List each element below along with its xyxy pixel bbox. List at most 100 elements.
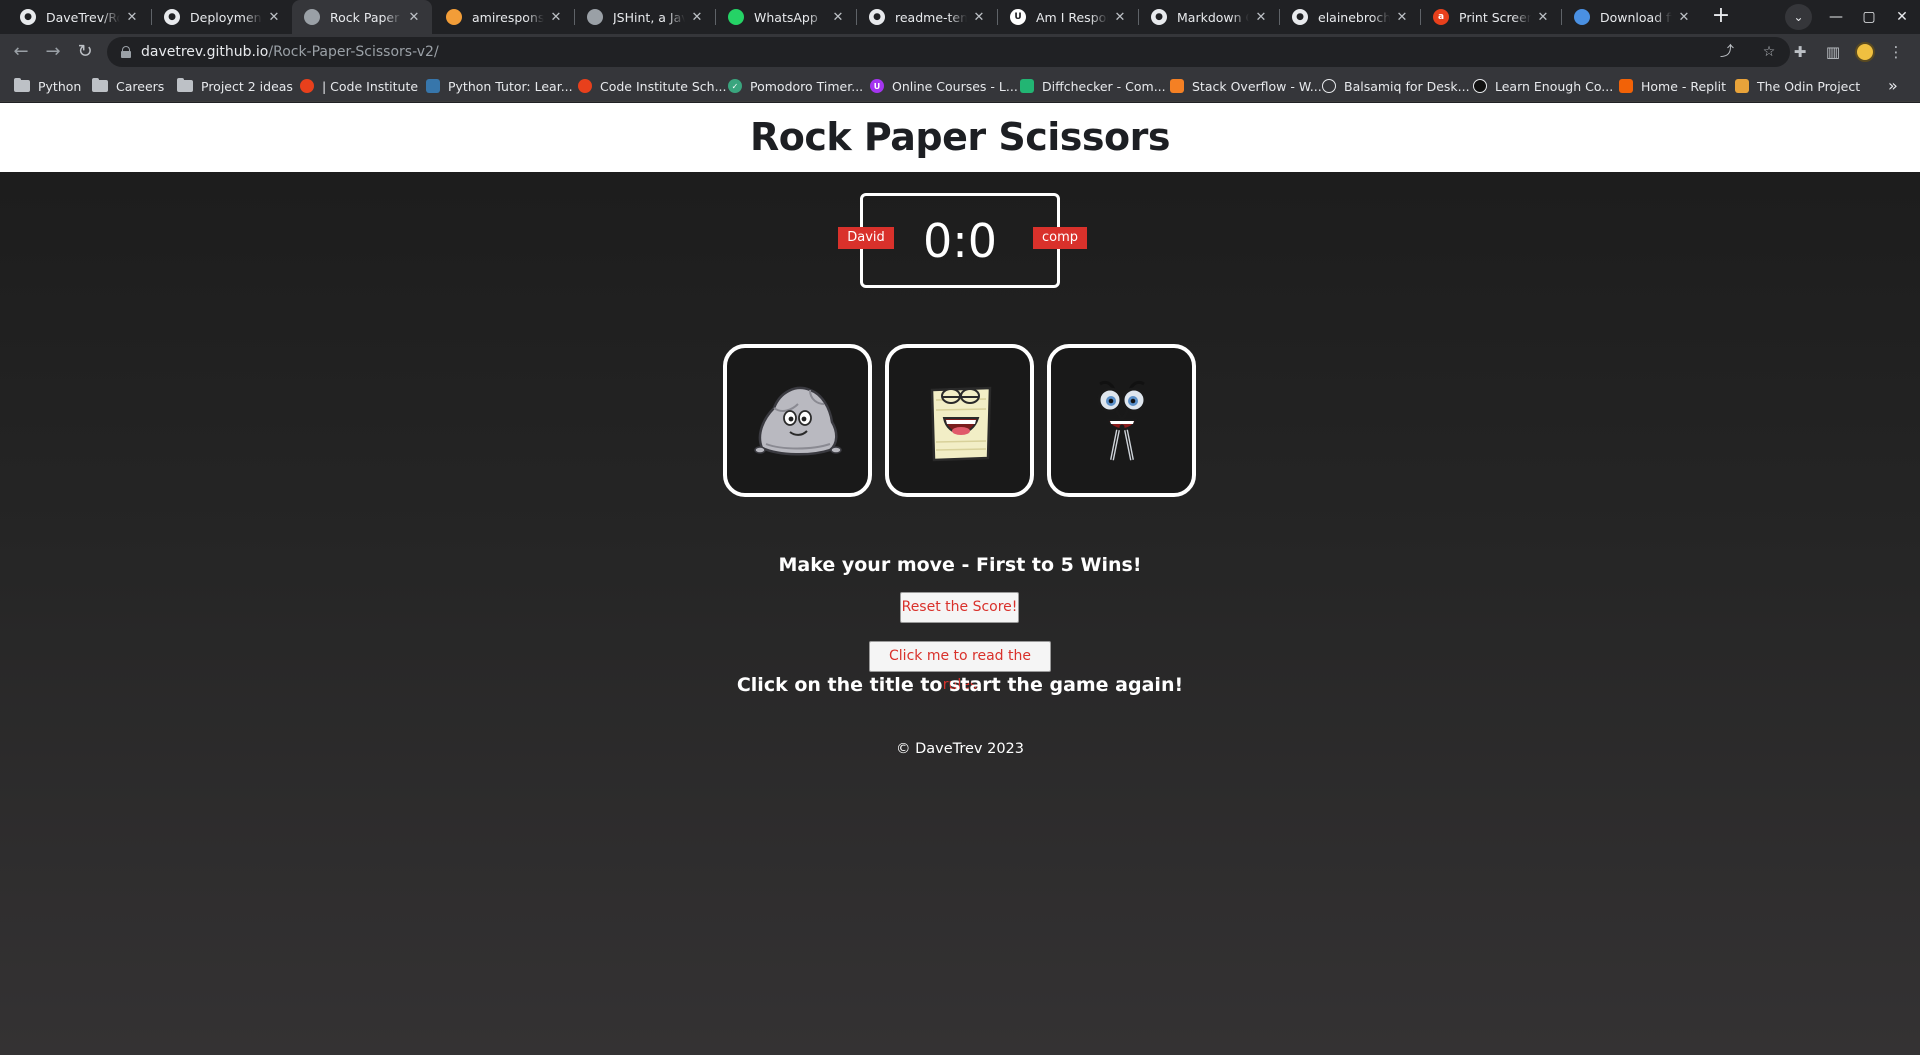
maximize-icon[interactable]: ▢ xyxy=(1852,0,1886,34)
tab-am-i-responsive[interactable]: U Am I Responsive? ✕ xyxy=(998,0,1138,34)
tab-title: elainebroche xyxy=(1318,9,1390,25)
tab-download-files[interactable]: Download files ✕ xyxy=(1562,0,1702,34)
rock-choice-button[interactable] xyxy=(723,344,872,497)
bookmark-project-2-ideas[interactable]: Project 2 ideas xyxy=(177,70,293,102)
bookmark-code-institute[interactable]: | Code Institute xyxy=(300,70,418,102)
bookmark-balsamiq[interactable]: Balsamiq for Desk... xyxy=(1322,70,1470,102)
github-icon: ● xyxy=(164,9,180,25)
tab-title: Download files xyxy=(1600,9,1672,25)
close-icon[interactable]: ✕ xyxy=(1394,10,1410,25)
ask-icon: a xyxy=(1433,9,1449,25)
bookmarks-bar: Python Careers Project 2 ideas | Code In… xyxy=(0,70,1920,102)
forward-arrow-icon[interactable]: → xyxy=(40,39,66,65)
page-header: Rock Paper Scissors xyxy=(0,103,1920,172)
close-icon[interactable]: ✕ xyxy=(971,10,987,25)
new-tab-button[interactable]: + xyxy=(1708,4,1734,30)
back-arrow-icon[interactable]: ← xyxy=(8,39,34,65)
profile-avatar[interactable] xyxy=(1855,42,1875,62)
bookmark-replit[interactable]: Home - Replit xyxy=(1619,70,1726,102)
bookmark-stack-overflow[interactable]: Stack Overflow - W... xyxy=(1170,70,1322,102)
close-icon[interactable]: ✕ xyxy=(689,10,705,25)
replit-icon xyxy=(1619,79,1633,93)
tab-title: readme-template xyxy=(895,9,967,25)
url-path: /Rock-Paper-Scissors-v2/ xyxy=(268,44,439,60)
tab-title: DaveTrev/Rock-Paper-Scissors-v2 xyxy=(46,9,120,25)
close-icon[interactable]: ✕ xyxy=(1676,10,1692,25)
folder-icon xyxy=(177,78,193,92)
footer-copyright: © DaveTrev 2023 xyxy=(895,741,1025,757)
tab-rock-paper-scissors[interactable]: Rock Paper Scissors ✕ xyxy=(292,0,432,34)
download-icon xyxy=(1574,9,1590,25)
tab-markdown-cheatsheet[interactable]: ● Markdown Cheatsheet ✕ xyxy=(1139,0,1279,34)
scissors-choice-button[interactable] xyxy=(1047,344,1196,497)
code-institute-icon xyxy=(578,79,592,93)
tab-search-button[interactable]: ⌄ xyxy=(1785,4,1812,30)
tab-deployments[interactable]: ● Deployments ✕ xyxy=(152,0,292,34)
stackoverflow-icon xyxy=(1170,79,1184,93)
amiresponsive-u-icon: U xyxy=(1010,9,1026,25)
github-icon: ● xyxy=(20,9,36,25)
tab-strip: ● DaveTrev/Rock-Paper-Scissors-v2 ✕ ● De… xyxy=(0,0,1920,34)
bookmark-star-icon[interactable]: ☆ xyxy=(1759,42,1779,62)
tab-title: Deployments xyxy=(190,9,262,25)
bookmark-careers[interactable]: Careers xyxy=(92,70,164,102)
tab-title: Markdown Cheatsheet xyxy=(1177,9,1249,25)
bookmarks-overflow-icon[interactable]: » xyxy=(1888,70,1898,102)
bookmark-python-tutor[interactable]: Python Tutor: Lear... xyxy=(426,70,573,102)
close-icon[interactable]: ✕ xyxy=(548,10,564,25)
bookmark-code-institute-school[interactable]: Code Institute Sch... xyxy=(578,70,727,102)
close-icon[interactable]: ✕ xyxy=(1253,10,1269,25)
folder-icon xyxy=(92,78,108,92)
bookmark-diffchecker[interactable]: Diffchecker - Com... xyxy=(1020,70,1166,102)
tab-title: Print Screen xyxy=(1459,9,1531,25)
tab-jshint[interactable]: JSHint, a JavaScript Code Quality Tool ✕ xyxy=(575,0,715,34)
tab-github-repo[interactable]: ● DaveTrev/Rock-Paper-Scissors-v2 ✕ xyxy=(8,0,150,34)
read-rules-button[interactable]: Click me to read the rules xyxy=(869,641,1051,693)
github-icon: ● xyxy=(1292,9,1308,25)
pomodoro-icon: ✓ xyxy=(728,79,742,93)
lock-icon xyxy=(121,46,131,58)
close-icon[interactable]: ✕ xyxy=(266,10,282,25)
close-icon[interactable]: ✕ xyxy=(1112,10,1128,25)
bookmark-odin-project[interactable]: The Odin Project xyxy=(1735,70,1860,102)
tab-amiresponsive[interactable]: amiresponsive ✕ xyxy=(434,0,574,34)
address-bar[interactable]: davetrev.github.io/Rock-Paper-Scissors-v… xyxy=(107,37,1790,67)
diffchecker-icon xyxy=(1020,79,1034,93)
player-name-badge: David xyxy=(838,227,894,249)
reset-score-button[interactable]: Reset the Score! xyxy=(900,592,1019,623)
bookmark-python[interactable]: Python xyxy=(14,70,81,102)
computer-name-badge: comp xyxy=(1033,227,1087,249)
restart-hint: Click on the title to start the game aga… xyxy=(736,674,1184,696)
tab-title: amiresponsive xyxy=(472,9,544,25)
close-icon[interactable]: ✕ xyxy=(1535,10,1551,25)
amiresponsive-icon xyxy=(446,9,462,25)
extensions-icon[interactable]: ✚ xyxy=(1790,42,1810,62)
close-icon[interactable]: ✕ xyxy=(830,10,846,25)
bookmark-udemy[interactable]: U Online Courses - L... xyxy=(870,70,1018,102)
close-icon[interactable]: ✕ xyxy=(124,10,140,25)
tab-title: JSHint, a JavaScript Code Quality Tool xyxy=(613,9,685,25)
minimize-icon[interactable]: — xyxy=(1819,0,1853,34)
tab-readme-template[interactable]: ● readme-template ✕ xyxy=(857,0,997,34)
page-content: Rock Paper Scissors 0:0 David comp Make … xyxy=(0,103,1920,1055)
python-icon xyxy=(426,79,440,93)
url-host: davetrev.github.io xyxy=(141,44,269,60)
share-icon[interactable]: ⤴ xyxy=(1717,42,1737,62)
reload-icon[interactable]: ↻ xyxy=(72,39,98,65)
paper-choice-button[interactable] xyxy=(885,344,1034,497)
page-title[interactable]: Rock Paper Scissors xyxy=(0,115,1920,159)
side-panel-icon[interactable]: ▥ xyxy=(1823,42,1843,62)
tab-elainebroche[interactable]: ● elainebroche ✕ xyxy=(1280,0,1420,34)
menu-kebab-icon[interactable]: ⋮ xyxy=(1886,42,1906,62)
bookmark-learn-enough[interactable]: Learn Enough Co... xyxy=(1473,70,1613,102)
github-icon: ● xyxy=(1151,9,1167,25)
tab-print-screen[interactable]: a Print Screen ✕ xyxy=(1421,0,1561,34)
close-icon[interactable]: ✕ xyxy=(406,10,422,25)
tab-whatsapp[interactable]: WhatsApp ✕ xyxy=(716,0,856,34)
tab-title: Rock Paper Scissors xyxy=(330,9,402,25)
close-window-icon[interactable]: ✕ xyxy=(1885,0,1919,34)
scissors-icon xyxy=(1097,380,1147,461)
bookmark-pomodoro[interactable]: ✓ Pomodoro Timer... xyxy=(728,70,863,102)
code-institute-icon xyxy=(300,79,314,93)
folder-icon xyxy=(14,78,30,92)
